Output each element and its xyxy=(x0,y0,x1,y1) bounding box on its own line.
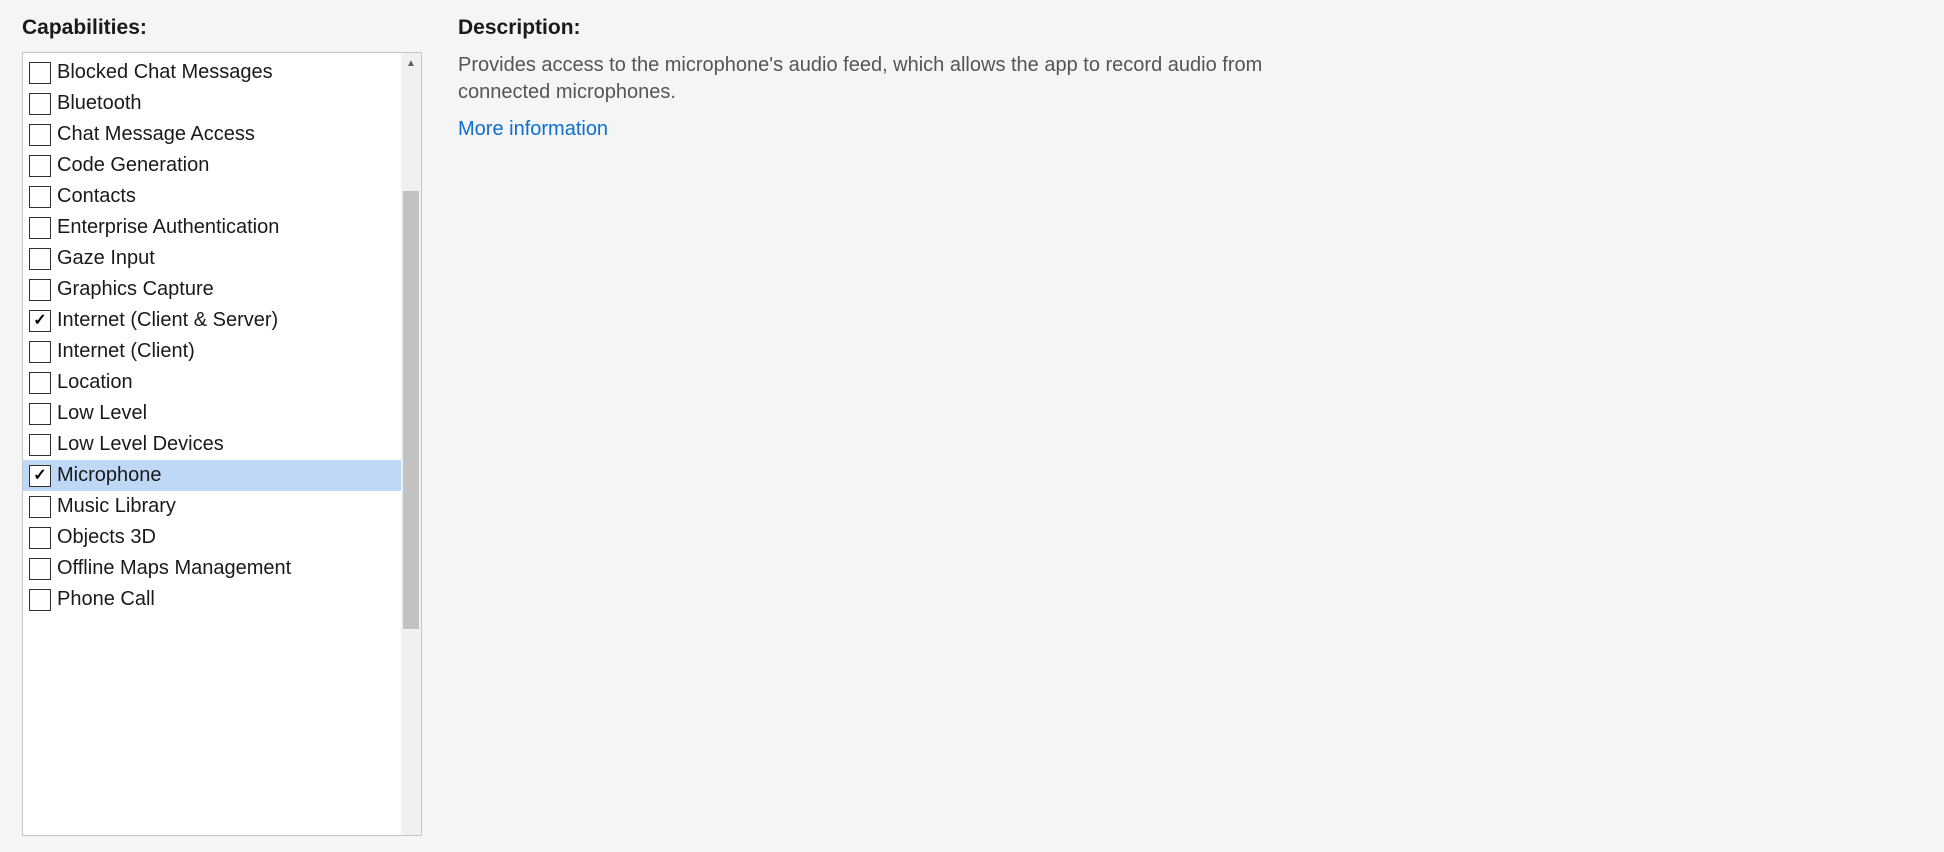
capability-checkbox[interactable] xyxy=(29,155,51,177)
capability-label: Phone Call xyxy=(57,588,155,611)
capability-label: Low Level Devices xyxy=(57,433,224,456)
capability-label: Bluetooth xyxy=(57,92,142,115)
capability-checkbox[interactable] xyxy=(29,248,51,270)
capability-label: Internet (Client) xyxy=(57,340,195,363)
capability-checkbox[interactable] xyxy=(29,124,51,146)
capability-item[interactable]: Gaze Input xyxy=(23,243,401,274)
capability-item[interactable]: Internet (Client & Server) xyxy=(23,305,401,336)
capability-checkbox[interactable] xyxy=(29,62,51,84)
scroll-up-icon[interactable]: ▲ xyxy=(401,53,421,73)
capability-label: Chat Message Access xyxy=(57,123,255,146)
capability-label: Gaze Input xyxy=(57,247,155,270)
capability-item[interactable]: Offline Maps Management xyxy=(23,553,401,584)
capabilities-heading: Capabilities: xyxy=(22,16,422,40)
capability-item[interactable]: Bluetooth xyxy=(23,88,401,119)
capabilities-listbox[interactable]: Blocked Chat Messages Bluetooth Chat Messa… xyxy=(22,52,422,836)
capability-label: Enterprise Authentication xyxy=(57,216,279,239)
capability-label: Music Library xyxy=(57,495,176,518)
capability-item[interactable]: Phone Call xyxy=(23,584,401,615)
capability-label: Offline Maps Management xyxy=(57,557,291,580)
capability-item[interactable]: Objects 3D xyxy=(23,522,401,553)
capability-checkbox[interactable] xyxy=(29,341,51,363)
capability-item[interactable]: Blocked Chat Messages xyxy=(23,57,401,88)
capability-checkbox[interactable] xyxy=(29,527,51,549)
capability-checkbox[interactable] xyxy=(29,434,51,456)
capability-checkbox[interactable] xyxy=(29,589,51,611)
capability-checkbox[interactable] xyxy=(29,372,51,394)
capability-label: Contacts xyxy=(57,185,136,208)
capability-item[interactable]: Contacts xyxy=(23,181,401,212)
capability-item[interactable]: Location xyxy=(23,367,401,398)
capability-label: Low Level xyxy=(57,402,147,425)
description-heading: Description: xyxy=(458,16,1922,40)
capability-label: Internet (Client & Server) xyxy=(57,309,278,332)
capability-item[interactable]: Enterprise Authentication xyxy=(23,212,401,243)
scroll-thumb[interactable] xyxy=(403,191,419,629)
capability-label: Location xyxy=(57,371,133,394)
capability-item[interactable]: Music Library xyxy=(23,491,401,522)
capability-item[interactable]: Graphics Capture xyxy=(23,274,401,305)
capability-item[interactable]: Low Level Devices xyxy=(23,429,401,460)
capability-checkbox[interactable] xyxy=(29,310,51,332)
capability-checkbox[interactable] xyxy=(29,217,51,239)
capability-item[interactable]: Code Generation xyxy=(23,150,401,181)
capability-label: Blocked Chat Messages xyxy=(57,61,273,84)
capability-checkbox[interactable] xyxy=(29,93,51,115)
capability-checkbox[interactable] xyxy=(29,496,51,518)
capability-item[interactable]: Microphone xyxy=(23,460,401,491)
description-text: Provides access to the microphone's audi… xyxy=(458,52,1358,106)
capability-item[interactable]: Low Level xyxy=(23,398,401,429)
capability-label: Code Generation xyxy=(57,154,209,177)
capability-checkbox[interactable] xyxy=(29,403,51,425)
capability-checkbox[interactable] xyxy=(29,279,51,301)
scrollbar[interactable]: ▲ xyxy=(401,53,421,835)
scroll-track[interactable] xyxy=(401,73,421,835)
capability-checkbox[interactable] xyxy=(29,558,51,580)
capability-checkbox[interactable] xyxy=(29,465,51,487)
more-information-link[interactable]: More information xyxy=(458,118,608,140)
capability-label: Microphone xyxy=(57,464,162,487)
capability-label: Objects 3D xyxy=(57,526,156,549)
capability-label: Graphics Capture xyxy=(57,278,214,301)
capability-checkbox[interactable] xyxy=(29,186,51,208)
capability-item[interactable]: Internet (Client) xyxy=(23,336,401,367)
capability-item[interactable]: Chat Message Access xyxy=(23,119,401,150)
